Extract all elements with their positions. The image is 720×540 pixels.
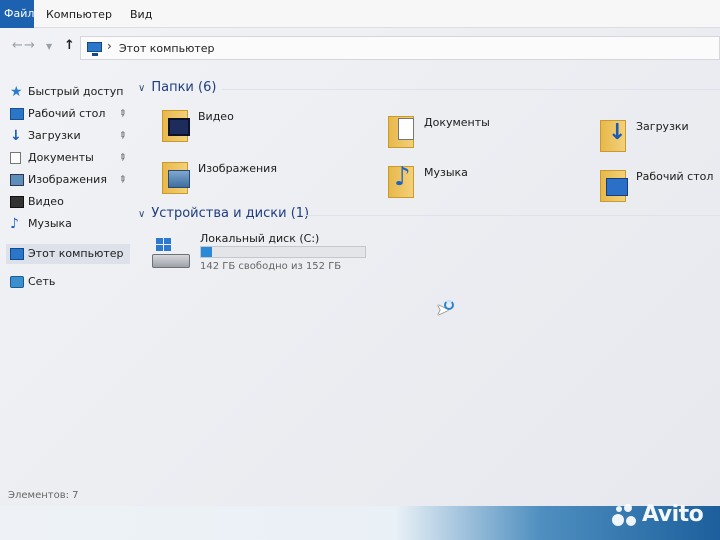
drive-usage-bar [200,246,366,258]
star-icon: ★ [10,84,23,100]
folder-documents[interactable]: Документы [384,110,584,154]
folder-downloads[interactable]: ↓ Загрузки [596,114,720,158]
address-bar[interactable]: › Этот компьютер [80,36,720,60]
download-icon: ↓ [10,128,22,144]
sidebar-item-video[interactable]: Видео [6,192,130,212]
local-disk-icon [152,238,192,270]
documents-icon [10,152,21,164]
folders-group-title: Папки (6) [151,80,217,95]
chevron-right-icon[interactable]: › [107,39,112,53]
navigation-bar: ← → ▼ ↑ › Этот компьютер [0,30,720,64]
watermark-text: Avito [642,502,704,527]
sidebar-item-label: Сеть [28,275,56,288]
drives-group-header[interactable]: ∨ Устройства и диски (1) [138,206,309,221]
pin-icon[interactable]: ✎ [112,126,131,145]
navigation-pane: ★ Быстрый доступ Рабочий стол ✎ ↓ Загруз… [0,76,132,486]
sidebar-item-documents[interactable]: Документы ✎ [6,148,130,168]
arrow-up-icon[interactable]: ↑ [64,38,75,53]
ribbon: Файл Компьютер Вид [0,0,720,28]
status-bar: Элементов: 7 [0,486,720,506]
sidebar-item-label: Видео [28,195,64,208]
arrow-right-icon[interactable]: → [24,38,35,53]
pictures-folder-icon [158,156,194,196]
folder-label: Рабочий стол [636,170,714,183]
sidebar-item-quick-access[interactable]: ★ Быстрый доступ [6,82,130,102]
sidebar-item-network[interactable]: Сеть [6,272,130,292]
folder-label: Документы [424,116,490,129]
sidebar-item-this-pc[interactable]: Этот компьютер [6,244,130,264]
drive-label: Локальный диск (C:) [200,232,320,245]
windows-logo-icon [156,238,172,252]
video-folder-icon [158,104,194,144]
video-icon [10,196,24,208]
busy-cursor-icon: ➤ [436,300,456,324]
folder-label: Изображения [198,162,277,175]
downloads-folder-icon: ↓ [596,114,632,154]
group-divider [302,215,720,216]
drive-usage-fill [201,247,212,257]
pictures-icon [10,174,24,186]
sidebar-item-label: Документы [28,151,94,164]
chevron-down-icon[interactable]: ▼ [46,42,52,51]
computer-icon [10,248,24,260]
tab-file[interactable]: Файл [0,0,34,28]
music-folder-icon: ♪ [384,160,420,200]
folders-group-header[interactable]: ∨ Папки (6) [138,80,216,95]
avito-logo-icon [612,504,638,530]
sidebar-item-label: Музыка [28,217,72,230]
sidebar-item-label: Быстрый доступ [28,85,124,98]
arrow-left-icon[interactable]: ← [12,38,23,53]
pin-icon[interactable]: ✎ [112,104,131,123]
folder-label: Видео [198,110,234,123]
folder-video[interactable]: Видео [158,104,358,148]
pin-icon[interactable]: ✎ [112,170,131,189]
folder-music[interactable]: ♪ Музыка [384,160,584,204]
tab-computer[interactable]: Компьютер [46,0,112,28]
sidebar-item-label: Загрузки [28,129,81,142]
desktop-icon [10,108,24,120]
chevron-down-icon[interactable]: ∨ [138,209,145,220]
documents-folder-icon [384,110,420,150]
item-count: Элементов: 7 [8,490,79,501]
drive-c[interactable]: Локальный диск (C:) 142 ГБ свободно из 1… [152,232,382,276]
sidebar-item-music[interactable]: ♪ Музыка [6,214,130,234]
desktop-folder-icon [596,164,632,204]
sidebar-item-label: Этот компьютер [28,247,124,260]
folder-pictures[interactable]: Изображения [158,156,358,200]
computer-icon [87,42,102,56]
sidebar-item-label: Рабочий стол [28,107,106,120]
folder-label: Музыка [424,166,468,179]
music-icon: ♪ [10,216,19,232]
sidebar-item-downloads[interactable]: ↓ Загрузки ✎ [6,126,130,146]
network-icon [10,276,24,288]
chevron-down-icon[interactable]: ∨ [138,83,145,94]
folder-desktop[interactable]: Рабочий стол [596,164,720,208]
address-path: Этот компьютер [119,42,215,55]
group-divider [222,89,720,90]
sidebar-item-pictures[interactable]: Изображения ✎ [6,170,130,190]
sidebar-item-label: Изображения [28,173,107,186]
drive-free-space: 142 ГБ свободно из 152 ГБ [200,261,342,272]
folder-label: Загрузки [636,120,689,133]
sidebar-item-desktop[interactable]: Рабочий стол ✎ [6,104,130,124]
pin-icon[interactable]: ✎ [112,148,131,167]
tab-view[interactable]: Вид [130,0,152,28]
drives-group-title: Устройства и диски (1) [151,206,310,221]
